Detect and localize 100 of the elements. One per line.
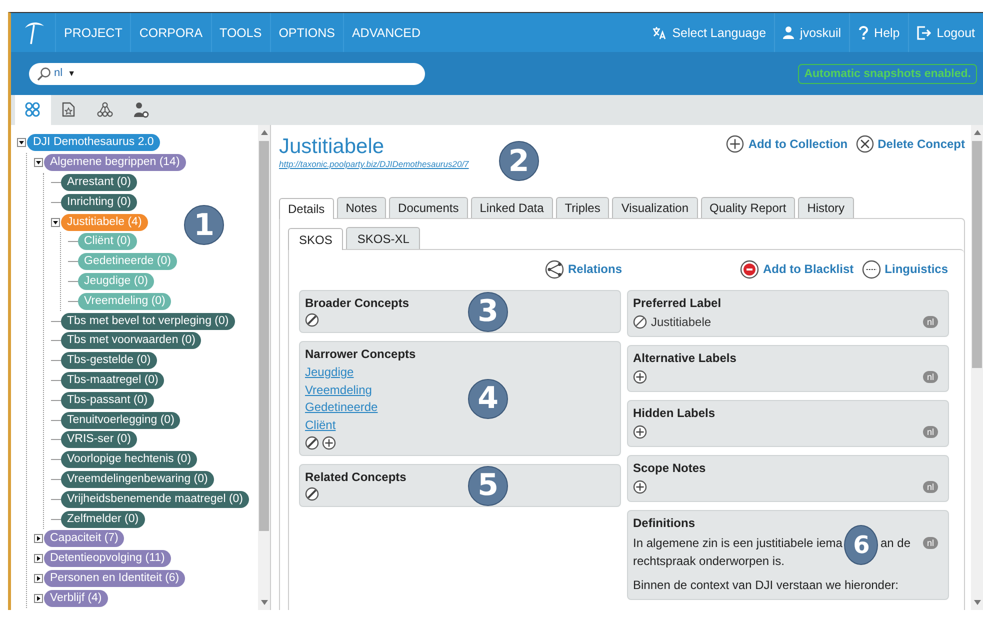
tab[interactable]: Documents (389, 197, 468, 218)
tree-node[interactable]: Verblijf (4) (44, 590, 108, 607)
tree-node[interactable]: Tbs met voorwaarden (0) (61, 332, 202, 350)
tab[interactable]: Triples (556, 197, 610, 218)
definition-text: rechtspraak onderworpen is. (633, 553, 786, 570)
callout-number: 6 (844, 525, 878, 565)
tree-node[interactable]: Tenuitvoerlegging (0) (61, 412, 180, 429)
tree-node[interactable]: Inrichting (0) (61, 194, 137, 211)
tab[interactable]: Notes (336, 197, 386, 218)
scroll-down-icon[interactable] (260, 600, 268, 605)
tree-node[interactable]: Tbs met bevel tot verpleging (0) (61, 312, 235, 330)
language-badge: nl (922, 371, 938, 383)
add-icon[interactable] (633, 370, 647, 384)
tree-node[interactable]: Zelfmelder (0) (61, 510, 145, 528)
callout-number: 3 (468, 292, 508, 332)
tree-node[interactable]: Tbs-passant (0) (61, 392, 154, 409)
panel-title: Scope Notes (633, 461, 706, 476)
tree-node[interactable]: Personen en Identiteit (6) (44, 570, 186, 587)
panel-title: Preferred Label (633, 296, 722, 311)
scroll-down-icon[interactable] (974, 600, 980, 605)
language-badge: nl (922, 316, 938, 328)
concept-link[interactable]: Vreemdeling (305, 382, 372, 399)
tree-node[interactable]: Voorlopige hechtenis (0) (61, 451, 198, 468)
status-badge: Automatic snapshots enabled. (798, 64, 977, 84)
add-icon[interactable] (726, 135, 744, 153)
action-link[interactable]: Delete Concept (856, 135, 965, 153)
tab[interactable]: SKOS-XL (346, 227, 420, 249)
tab[interactable]: Visualization (612, 197, 698, 218)
document-icon (61, 102, 77, 118)
tab[interactable]: Details (279, 198, 334, 219)
tree-node[interactable]: Algemene begrippen (14) (44, 154, 186, 172)
definition-text: In algemene zin is een justitiabele iema (633, 534, 842, 552)
tree-node[interactable]: Justitiabele (4) (61, 214, 148, 231)
blocked-icon[interactable] (633, 315, 647, 329)
tree-node[interactable]: Vrijheidsbenemende maatregel (0) (61, 490, 250, 508)
add-icon[interactable] (322, 436, 336, 450)
language-badge: nl (922, 426, 938, 438)
action-link[interactable]: Linguistics (862, 260, 948, 278)
tree-node[interactable]: Detentieopvolging (11) (44, 550, 171, 568)
translate-icon (652, 26, 666, 40)
tree-node[interactable]: DJI Demothesaurus 2.0 (27, 134, 160, 152)
user-gear-icon (133, 102, 149, 118)
nodes-icon (25, 102, 41, 118)
hierarchy-icon (97, 102, 113, 118)
collapse-toggle-icon[interactable] (34, 158, 43, 168)
expand-toggle-icon[interactable] (34, 594, 43, 603)
concept-link[interactable]: Cliënt (305, 416, 336, 434)
add-icon[interactable] (633, 425, 647, 439)
collapse-toggle-icon[interactable] (51, 218, 60, 227)
expand-toggle-icon[interactable] (34, 534, 43, 544)
callout-number: 5 (468, 466, 508, 506)
tree-node[interactable]: Capaciteit (7) (44, 530, 124, 548)
expand-toggle-icon[interactable] (34, 574, 43, 583)
add-icon[interactable] (633, 480, 647, 494)
action-link[interactable]: Add to Blacklist (740, 260, 854, 278)
tree-node[interactable]: Gedetineerde (0) (78, 253, 177, 270)
share-icon[interactable] (545, 260, 564, 278)
language-badge: nl (922, 537, 938, 549)
tree-scrollbar[interactable] (258, 125, 270, 610)
scroll-up-icon[interactable] (974, 130, 980, 135)
close-icon[interactable] (856, 135, 874, 153)
expand-toggle-icon[interactable] (34, 554, 43, 564)
action-link[interactable]: Relations (545, 260, 622, 278)
tab[interactable]: Quality Report (700, 197, 796, 218)
tree-node[interactable]: Tbs-maatregel (0) (61, 372, 164, 389)
tree-node[interactable]: VRIS-ser (0) (61, 431, 137, 448)
tab[interactable]: Linked Data (470, 197, 553, 218)
logout-icon (916, 26, 931, 40)
collapse-toggle-icon[interactable] (17, 138, 26, 148)
tree-node[interactable]: Vreemdelingenbewaring (0) (61, 470, 214, 488)
concept-link[interactable]: Gedetineerde (305, 399, 378, 416)
action-link[interactable]: Add to Collection (726, 135, 848, 153)
tree-node[interactable]: Arrestant (0) (61, 174, 137, 191)
scroll-up-icon[interactable] (260, 130, 268, 135)
callout-number: 1 (184, 205, 224, 245)
tab[interactable]: History (798, 197, 854, 218)
tab[interactable]: SKOS (288, 228, 344, 250)
language-badge: nl (922, 481, 938, 493)
callout-number: 4 (468, 378, 508, 418)
tree-node[interactable]: Vreemdeling (0) (78, 292, 172, 310)
panel-title: Hidden Labels (633, 406, 716, 421)
concept-link[interactable]: Jeugdige (305, 364, 354, 382)
label-value: Justitiabele (651, 315, 712, 329)
panel-title: Broader Concepts (305, 296, 410, 311)
panel-title: Related Concepts (305, 470, 406, 485)
tree-node[interactable]: Tbs-gestelde (0) (61, 352, 157, 370)
concept-uri-link[interactable]: http://taxonic.poolparty.biz/DJIDemothesaurus20/7 (279, 159, 469, 169)
search-field[interactable]: nl ▼ (29, 62, 425, 84)
logo-icon[interactable] (23, 20, 45, 46)
main-scrollbar[interactable] (971, 125, 983, 610)
search-icon (37, 66, 51, 80)
tree-node[interactable]: Cliënt (0) (78, 233, 137, 250)
panel-title: Definitions (633, 516, 695, 531)
view-tab[interactable] (15, 95, 51, 125)
language-dropdown[interactable]: nl ▼ (54, 66, 76, 80)
user-icon (783, 26, 794, 39)
definition-text: an de (880, 534, 910, 552)
tree-node[interactable]: Jeugdige (0) (78, 272, 154, 290)
minus-icon[interactable] (740, 260, 759, 278)
nav-link[interactable]: Select Language (644, 13, 774, 52)
